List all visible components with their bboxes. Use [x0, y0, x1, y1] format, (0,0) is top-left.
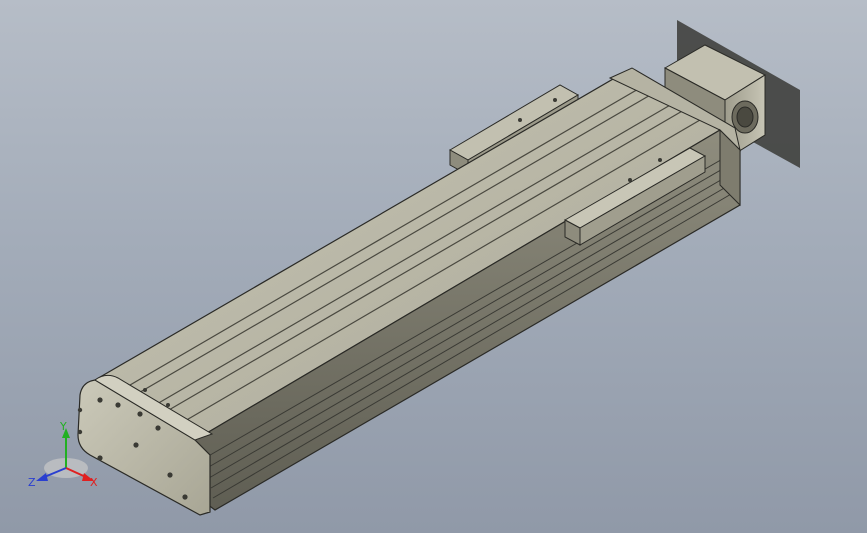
linear-actuator-model[interactable]	[0, 0, 867, 533]
cad-viewport[interactable]: Y X Z	[0, 0, 867, 533]
z-arrow-icon	[36, 473, 48, 481]
z-axis-label: Z	[28, 476, 36, 489]
x-axis-label: X	[90, 476, 98, 489]
y-axis-label: Y	[59, 420, 67, 433]
coordinate-triad: Y X Z	[28, 420, 98, 489]
